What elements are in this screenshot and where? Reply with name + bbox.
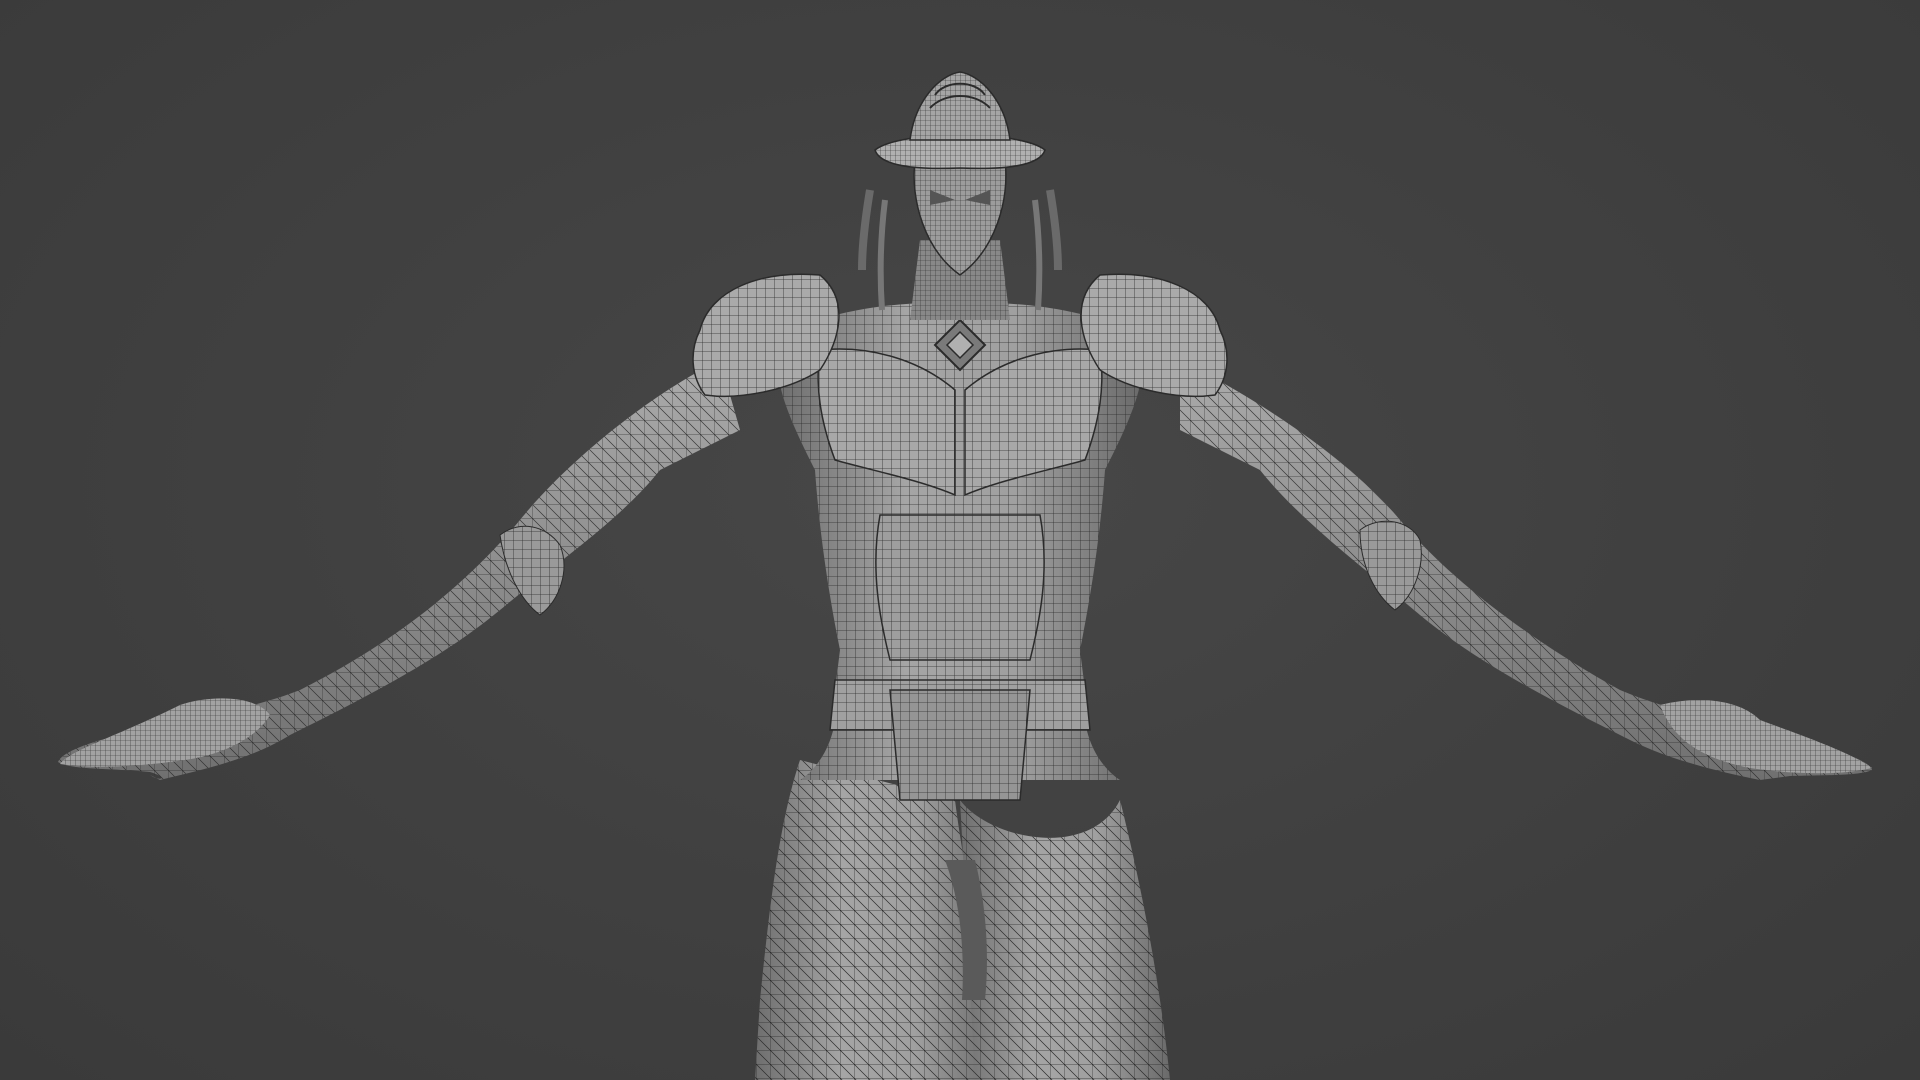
model-render — [58, 71, 1872, 1080]
right-arm — [1180, 360, 1872, 780]
head — [858, 71, 1062, 320]
3d-viewport[interactable] — [0, 0, 1920, 1080]
legs — [755, 760, 1170, 1080]
torso — [777, 303, 1143, 801]
left-arm — [58, 360, 740, 780]
